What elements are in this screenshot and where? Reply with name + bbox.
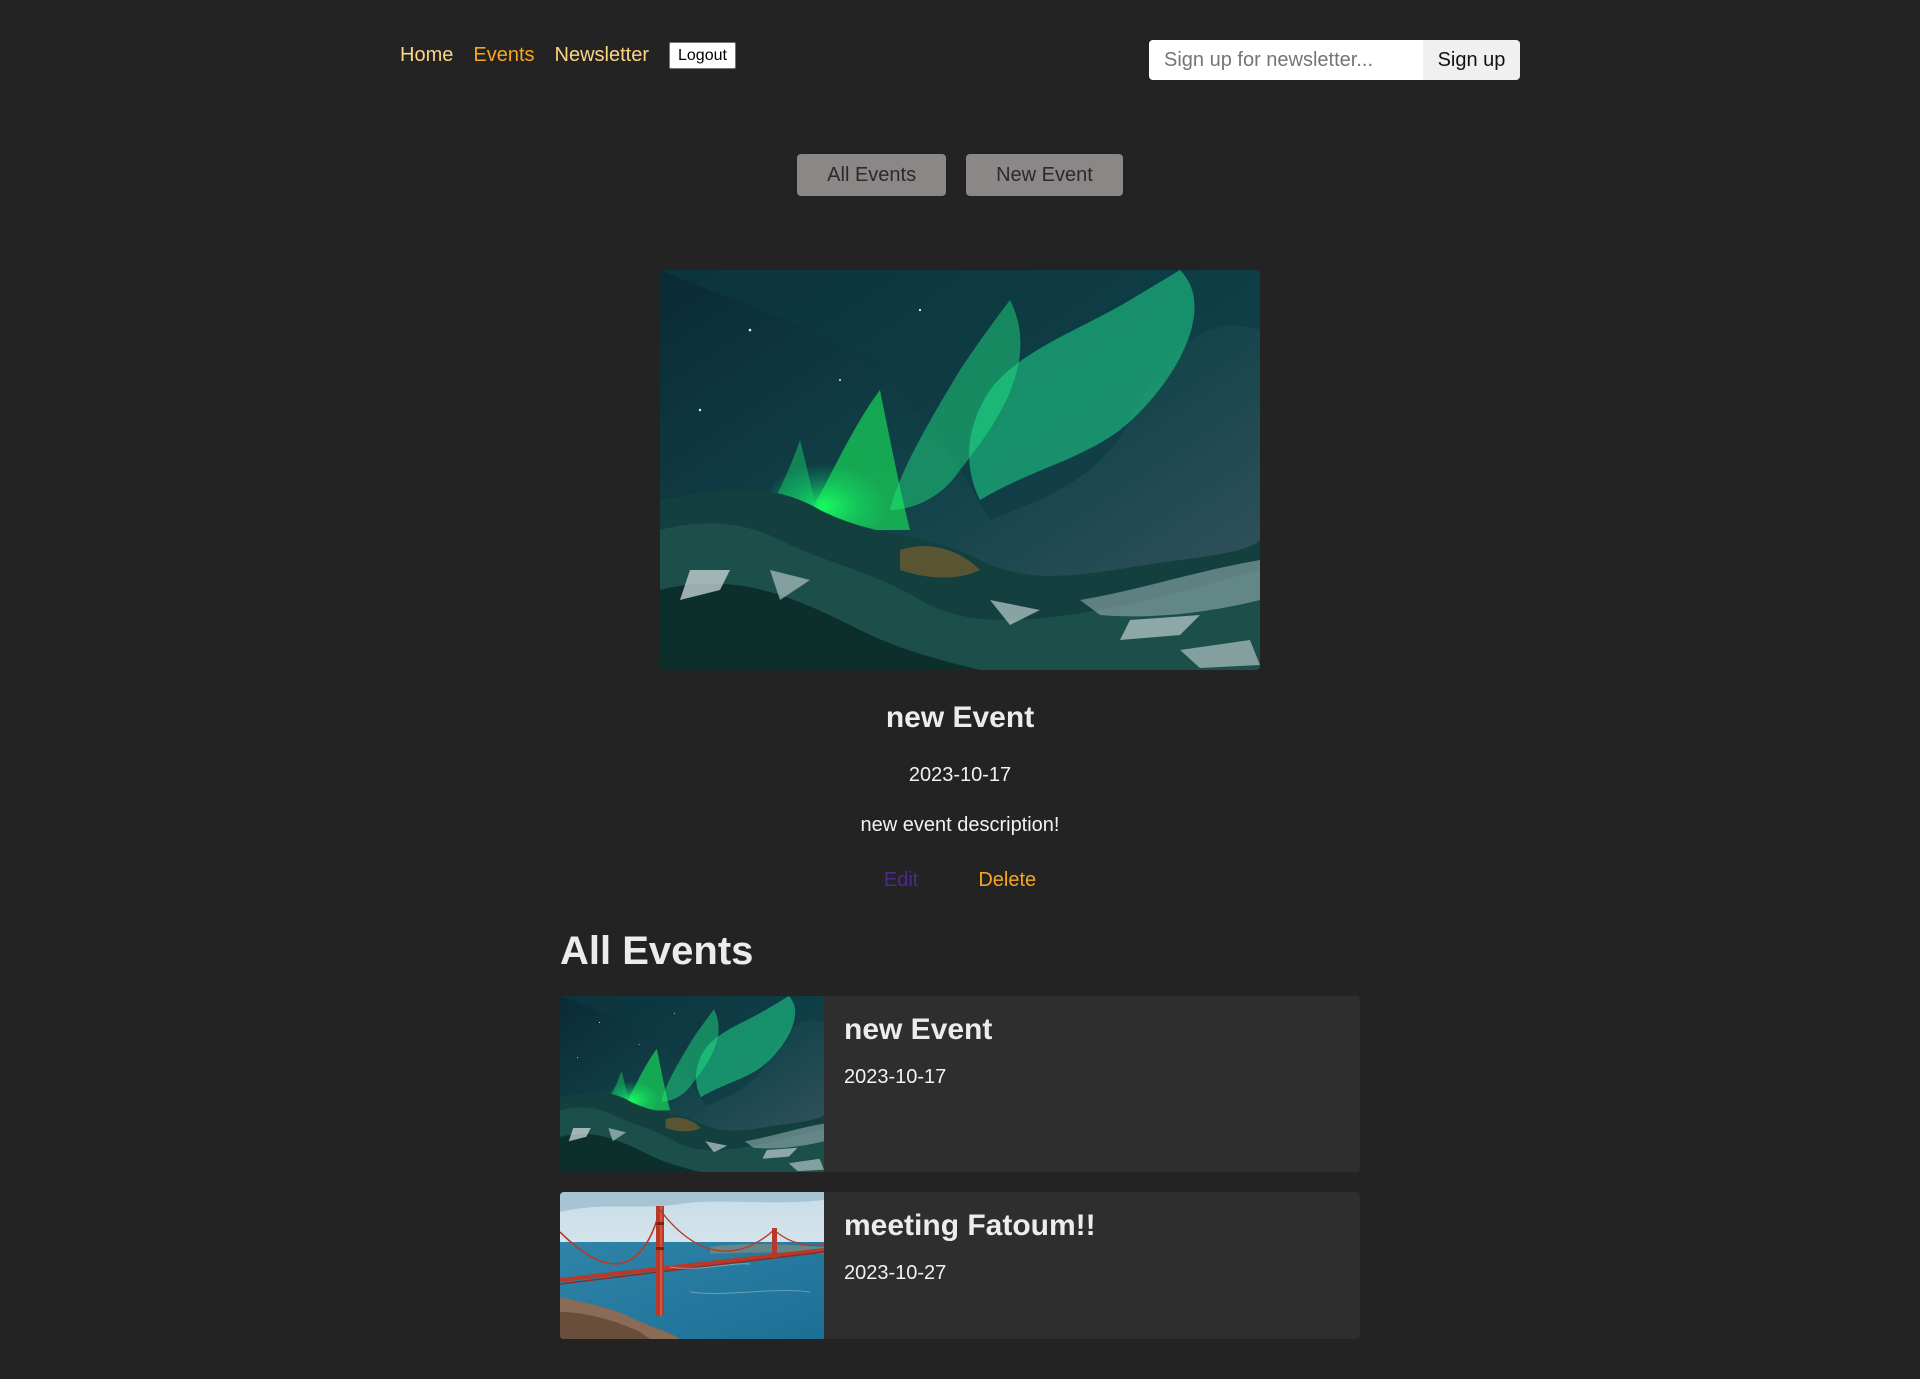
nav-link-home[interactable]: Home — [400, 38, 453, 72]
main-header: Home Events Newsletter Logout Sign up — [400, 38, 1520, 82]
event-date: 2023-10-17 — [908, 764, 1012, 786]
event-list-item[interactable]: meeting Fatoum!! 2023-10-27 — [560, 1192, 1360, 1339]
event-item-title: meeting Fatoum!! — [844, 1209, 1096, 1242]
nav-link-newsletter[interactable]: Newsletter — [555, 38, 649, 72]
event-item-date: 2023-10-27 — [844, 1262, 947, 1284]
event-description: new event description! — [860, 814, 1060, 836]
nav-link-events[interactable]: Events — [473, 38, 534, 72]
logout-button[interactable]: Logout — [669, 41, 736, 69]
event-actions: Edit Delete — [0, 868, 1920, 892]
event-list-item[interactable]: new Event 2023-10-17 — [560, 996, 1360, 1172]
main-nav: Home Events Newsletter Logout — [400, 38, 736, 72]
event-item-title: new Event — [844, 1013, 993, 1046]
delete-event-button[interactable]: Delete — [978, 868, 1036, 892]
event-image-aurora — [660, 270, 1260, 670]
event-thumbnail-aurora — [560, 996, 824, 1172]
event-item-date: 2023-10-17 — [844, 1066, 947, 1088]
event-item-content: meeting Fatoum!! 2023-10-27 — [824, 1192, 1116, 1339]
events-list: All Events new Event 2023-10-17 meeting … — [560, 927, 1360, 1359]
event-item-content: new Event 2023-10-17 — [824, 996, 1012, 1172]
newsletter-signup-button[interactable]: Sign up — [1423, 40, 1520, 80]
events-nav: All Events New Event — [0, 154, 1920, 196]
events-list-title: All Events — [560, 929, 754, 973]
new-event-link[interactable]: New Event — [966, 154, 1123, 196]
newsletter-form: Sign up — [1149, 40, 1520, 80]
edit-event-link[interactable]: Edit — [884, 868, 918, 892]
all-events-link[interactable]: All Events — [797, 154, 947, 196]
event-thumbnail-bridge — [560, 1192, 824, 1339]
event-items: new Event 2023-10-17 meeting Fatoum!! 20… — [560, 996, 1360, 1339]
event-detail: new Event 2023-10-17 new event descripti… — [0, 270, 1920, 892]
newsletter-email-input[interactable] — [1149, 40, 1423, 80]
event-title: new Event — [885, 701, 1035, 734]
